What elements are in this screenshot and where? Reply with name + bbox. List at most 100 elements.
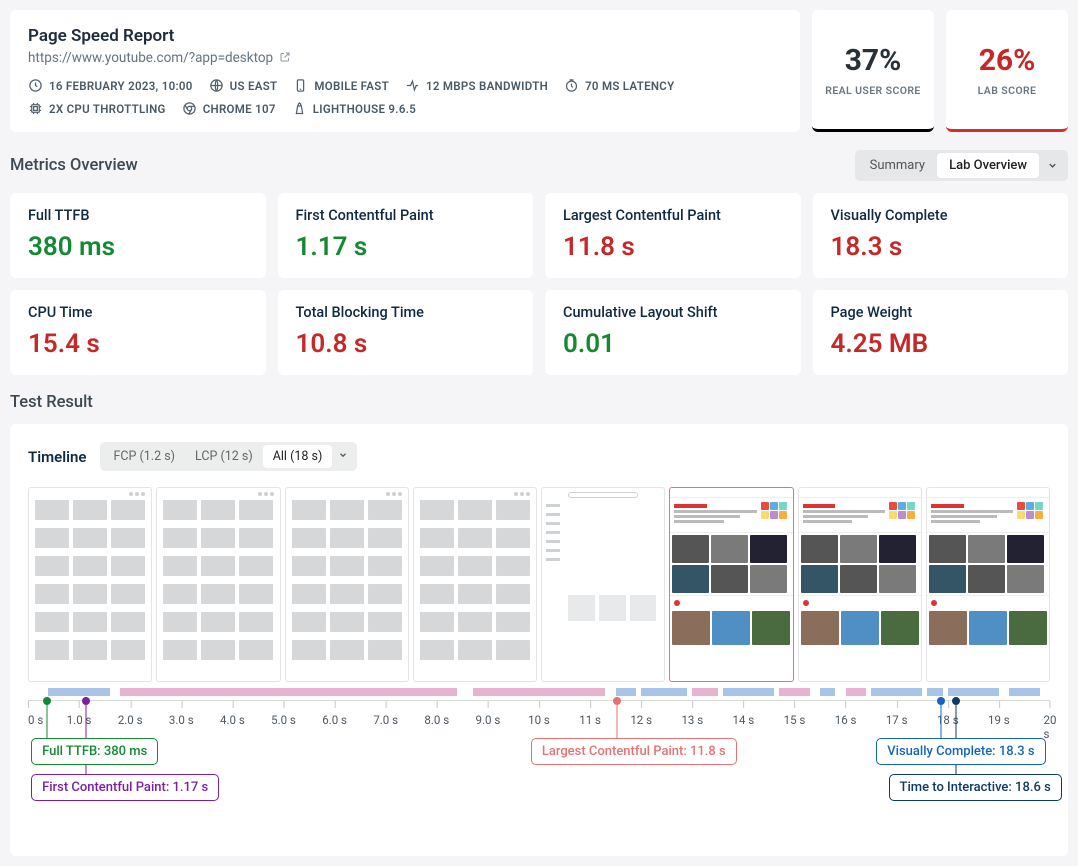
metric-card: Cumulative Layout Shift 0.01 — [545, 290, 801, 375]
axis-tick: 7.0 s — [373, 701, 398, 727]
metric-name: CPU Time — [28, 304, 248, 321]
timeline-marker — [952, 697, 960, 705]
metrics-overview-heading: Metrics Overview — [10, 156, 138, 175]
axis-tick: 9.0 s — [476, 701, 501, 727]
timeline-title: Timeline — [28, 448, 86, 466]
chrome-badge: CHROME 107 — [182, 101, 276, 116]
metric-card: Visually Complete 18.3 s — [813, 193, 1069, 278]
metric-value: 1.17 s — [296, 232, 516, 262]
metric-value: 15.4 s — [28, 329, 248, 359]
timeline-flags: Full TTFB: 380 ms First Contentful Paint:… — [28, 738, 1050, 828]
metric-name: Full TTFB — [28, 207, 248, 224]
axis-tick: 1.0 s — [67, 701, 92, 727]
metric-card: Full TTFB 380 ms — [10, 193, 266, 278]
metric-value: 4.25 MB — [831, 329, 1051, 359]
timeline-marker — [82, 697, 90, 705]
globe-icon — [209, 78, 224, 93]
latency-icon — [564, 78, 579, 93]
timeline-axis: 0 s1.0 s2.0 s3.0 s4.0 s5.0 s6.0 s7.0 s8.… — [28, 700, 1050, 732]
tested-url[interactable]: https://www.youtube.com/?app=desktop — [28, 50, 782, 66]
metric-value: 18.3 s — [831, 232, 1051, 262]
lab-score-value: 26% — [954, 43, 1060, 78]
filmstrip-frame[interactable] — [28, 487, 152, 682]
metric-value: 0.01 — [563, 329, 783, 359]
pill-fcp[interactable]: FCP (1.2 s) — [103, 445, 185, 468]
axis-tick: 13 s — [681, 701, 703, 727]
metric-name: Page Weight — [831, 304, 1051, 321]
timeline-marker — [613, 697, 621, 705]
filmstrip-frame[interactable] — [669, 487, 793, 682]
axis-tick: 14 s — [733, 701, 755, 727]
lab-score-card: 26% LAB SCORE — [946, 10, 1068, 132]
filmstrip-frame[interactable] — [156, 487, 280, 682]
metric-value: 380 ms — [28, 232, 248, 262]
timeline-marker — [937, 697, 945, 705]
report-header: Page Speed Report https://www.youtube.co… — [10, 10, 800, 132]
test-conditions: 16 FEBRUARY 2023, 10:00US EASTMOBILE FAS… — [28, 78, 782, 116]
axis-tick: 16 s — [835, 701, 857, 727]
globe-badge: US EAST — [209, 78, 278, 93]
metric-card: First Contentful Paint 1.17 s — [278, 193, 534, 278]
external-link-icon — [279, 50, 291, 66]
timeline-flag: Visually Complete: 18.3 s — [876, 738, 1045, 765]
bandwidth-icon — [405, 78, 420, 93]
metric-value: 11.8 s — [563, 232, 783, 262]
metrics-grid: Full TTFB 380 ms First Contentful Paint 1.1… — [10, 193, 1068, 375]
metric-value: 10.8 s — [296, 329, 516, 359]
axis-tick: 12 s — [630, 701, 652, 727]
timeline-range-dropdown[interactable] — [332, 445, 354, 468]
axis-tick: 11 s — [579, 701, 601, 727]
timeline-flag: Time to Interactive: 18.6 s — [889, 774, 1062, 801]
axis-tick: 15 s — [784, 701, 806, 727]
cpu-icon — [28, 101, 43, 116]
clock-icon — [28, 78, 43, 93]
metric-name: Visually Complete — [831, 207, 1051, 224]
filmstrip-frame[interactable] — [541, 487, 665, 682]
device-icon — [293, 78, 308, 93]
activity-bar — [28, 688, 1050, 696]
axis-tick: 4.0 s — [220, 701, 245, 727]
axis-tick: 3.0 s — [169, 701, 194, 727]
filmstrip-frame[interactable] — [413, 487, 537, 682]
axis-tick: 5.0 s — [271, 701, 296, 727]
tab-summary[interactable]: Summary — [858, 153, 937, 178]
page-title: Page Speed Report — [28, 26, 782, 46]
filmstrip-frame[interactable] — [926, 487, 1050, 682]
cpu-badge: 2X CPU THROTTLING — [28, 101, 166, 116]
bandwidth-badge: 12 MBPS BANDWIDTH — [405, 78, 548, 93]
clock-badge: 16 FEBRUARY 2023, 10:00 — [28, 78, 193, 93]
pill-lcp[interactable]: LCP (12 s) — [185, 445, 263, 468]
timeline-flag: First Contentful Paint: 1.17 s — [31, 774, 219, 801]
axis-tick: 19 s — [988, 701, 1010, 727]
lighthouse-badge: LIGHTHOUSE 9.6.5 — [292, 101, 416, 116]
overview-dropdown[interactable] — [1039, 153, 1065, 178]
pill-all[interactable]: All (18 s) — [263, 445, 333, 468]
real-user-score-card: 37% REAL USER SCORE — [812, 10, 934, 132]
timeline-flag: Full TTFB: 380 ms — [31, 738, 158, 765]
axis-tick: 10 s — [528, 701, 550, 727]
filmstrip-frame[interactable] — [285, 487, 409, 682]
timeline-card: Timeline FCP (1.2 s) LCP (12 s) All (18 … — [10, 424, 1068, 856]
overview-tabs: Summary Lab Overview — [855, 150, 1068, 181]
metric-name: Cumulative Layout Shift — [563, 304, 783, 321]
timeline-marker — [43, 697, 51, 705]
timeline-range-tabs: FCP (1.2 s) LCP (12 s) All (18 s) — [100, 442, 357, 471]
axis-tick: 8.0 s — [424, 701, 449, 727]
filmstrip-frame[interactable] — [798, 487, 922, 682]
lighthouse-icon — [292, 101, 307, 116]
tab-lab-overview[interactable]: Lab Overview — [937, 153, 1039, 178]
axis-tick: 6.0 s — [322, 701, 347, 727]
metric-name: Total Blocking Time — [296, 304, 516, 321]
metric-name: Largest Contentful Paint — [563, 207, 783, 224]
axis-tick: 17 s — [886, 701, 908, 727]
filmstrip — [28, 487, 1050, 682]
axis-tick: 20 s — [1044, 701, 1057, 741]
timeline-flag: Largest Contentful Paint: 11.8 s — [531, 738, 737, 765]
metric-name: First Contentful Paint — [296, 207, 516, 224]
test-result-heading: Test Result — [10, 393, 1068, 412]
axis-tick: 2.0 s — [118, 701, 143, 727]
latency-badge: 70 MS LATENCY — [564, 78, 674, 93]
metric-card: Largest Contentful Paint 11.8 s — [545, 193, 801, 278]
metric-card: Total Blocking Time 10.8 s — [278, 290, 534, 375]
metric-card: CPU Time 15.4 s — [10, 290, 266, 375]
